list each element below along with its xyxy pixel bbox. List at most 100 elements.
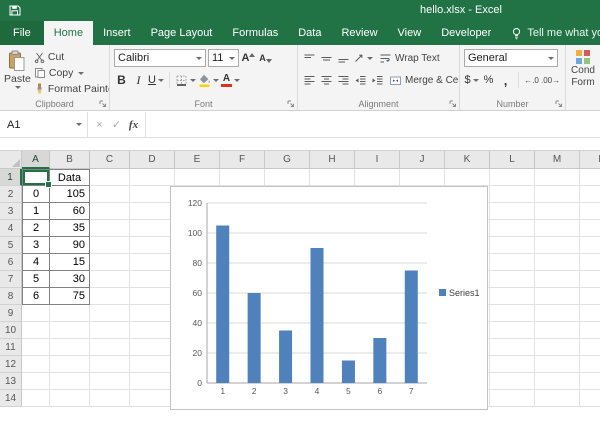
cell-l3[interactable] <box>490 203 535 220</box>
column-header-g[interactable]: G <box>265 151 310 169</box>
alignment-dialog-launcher[interactable] <box>449 100 457 108</box>
cell-l6[interactable] <box>490 254 535 271</box>
cell-d12[interactable] <box>130 356 175 373</box>
orientation-button[interactable] <box>353 49 373 67</box>
column-header-a[interactable]: A <box>22 151 50 169</box>
number-format-combo[interactable]: General <box>464 49 558 67</box>
cell-c12[interactable] <box>90 356 130 373</box>
fill-color-button[interactable] <box>198 71 219 89</box>
cell-n10[interactable] <box>580 322 600 339</box>
increase-decimal-button[interactable]: ←.0 <box>524 71 539 89</box>
bar-2[interactable] <box>248 293 261 383</box>
cell-f1[interactable] <box>220 169 265 186</box>
cell-l4[interactable] <box>490 220 535 237</box>
cell-l5[interactable] <box>490 237 535 254</box>
cell-b6[interactable]: 15 <box>50 254 90 271</box>
cell-a13[interactable] <box>22 373 50 390</box>
cell-n4[interactable] <box>580 220 600 237</box>
cell-c1[interactable] <box>90 169 130 186</box>
bar-7[interactable] <box>405 271 418 384</box>
cut-button[interactable]: Cut <box>34 50 110 64</box>
cancel-button[interactable]: × <box>91 119 108 131</box>
cell-m5[interactable] <box>535 237 580 254</box>
increase-font-button[interactable]: A <box>241 49 256 67</box>
cell-e1[interactable] <box>175 169 220 186</box>
cell-a14[interactable] <box>22 390 50 407</box>
cell-n11[interactable] <box>580 339 600 356</box>
align-left-button[interactable] <box>302 71 317 89</box>
cell-d4[interactable] <box>130 220 175 237</box>
cell-b9[interactable] <box>50 305 90 322</box>
cell-m2[interactable] <box>535 186 580 203</box>
row-header-9[interactable]: 9 <box>0 305 22 322</box>
cell-a4[interactable]: 2 <box>22 220 50 237</box>
cell-b2[interactable]: 105 <box>50 186 90 203</box>
font-size-combo[interactable]: 11 <box>208 49 239 67</box>
cell-l11[interactable] <box>490 339 535 356</box>
italic-button[interactable]: I <box>131 71 146 89</box>
underline-button[interactable]: U <box>148 71 164 89</box>
column-header-i[interactable]: I <box>355 151 400 169</box>
column-header-f[interactable]: F <box>220 151 265 169</box>
cell-a7[interactable]: 5 <box>22 271 50 288</box>
tab-view[interactable]: View <box>388 21 432 45</box>
row-header-12[interactable]: 12 <box>0 356 22 373</box>
cell-a2[interactable]: 0 <box>22 186 50 203</box>
percent-style-button[interactable]: % <box>481 71 496 89</box>
accounting-format-button[interactable]: $ <box>464 71 479 89</box>
row-header-14[interactable]: 14 <box>0 390 22 407</box>
bar-3[interactable] <box>279 331 292 384</box>
column-header-l[interactable]: L <box>490 151 535 169</box>
row-header-2[interactable]: 2 <box>0 186 22 203</box>
decrease-indent-button[interactable] <box>353 71 368 89</box>
row-header-10[interactable]: 10 <box>0 322 22 339</box>
cell-c2[interactable] <box>90 186 130 203</box>
cell-l12[interactable] <box>490 356 535 373</box>
row-header-7[interactable]: 7 <box>0 271 22 288</box>
merge-center-button[interactable]: Merge & Center <box>389 75 460 86</box>
conditional-formatting-button[interactable]: Cond Form <box>566 45 600 89</box>
cell-b10[interactable] <box>50 322 90 339</box>
increase-indent-button[interactable] <box>370 71 385 89</box>
cell-c6[interactable] <box>90 254 130 271</box>
cell-d14[interactable] <box>130 390 175 407</box>
align-center-button[interactable] <box>319 71 334 89</box>
bar-4[interactable] <box>311 248 324 383</box>
cell-c10[interactable] <box>90 322 130 339</box>
align-right-button[interactable] <box>336 71 351 89</box>
name-box[interactable]: A1 <box>0 112 88 137</box>
cell-l7[interactable] <box>490 271 535 288</box>
paste-button[interactable]: Paste <box>4 48 31 96</box>
clipboard-dialog-launcher[interactable] <box>99 100 107 108</box>
save-button[interactable] <box>9 5 21 16</box>
cell-k1[interactable] <box>445 169 490 186</box>
cell-m7[interactable] <box>535 271 580 288</box>
cell-j1[interactable] <box>400 169 445 186</box>
font-dialog-launcher[interactable] <box>287 100 295 108</box>
cell-a11[interactable] <box>22 339 50 356</box>
cell-c8[interactable] <box>90 288 130 305</box>
cell-d3[interactable] <box>130 203 175 220</box>
cell-b11[interactable] <box>50 339 90 356</box>
column-header-c[interactable]: C <box>90 151 130 169</box>
decrease-font-button[interactable]: A <box>258 49 273 67</box>
cell-c11[interactable] <box>90 339 130 356</box>
number-dialog-launcher[interactable] <box>555 100 563 108</box>
cell-m1[interactable] <box>535 169 580 186</box>
bar-1[interactable] <box>216 226 229 384</box>
copy-button[interactable]: Copy <box>34 66 110 80</box>
cell-a10[interactable] <box>22 322 50 339</box>
cell-b5[interactable]: 90 <box>50 237 90 254</box>
cell-m9[interactable] <box>535 305 580 322</box>
cell-b3[interactable]: 60 <box>50 203 90 220</box>
cell-l8[interactable] <box>490 288 535 305</box>
format-painter-button[interactable]: Format Painter <box>34 82 110 96</box>
row-header-1[interactable]: 1 <box>0 169 22 186</box>
cell-d2[interactable] <box>130 186 175 203</box>
cell-l1[interactable] <box>490 169 535 186</box>
row-header-4[interactable]: 4 <box>0 220 22 237</box>
cell-c5[interactable] <box>90 237 130 254</box>
enter-button[interactable]: ✓ <box>108 118 125 131</box>
cell-m3[interactable] <box>535 203 580 220</box>
cell-m12[interactable] <box>535 356 580 373</box>
